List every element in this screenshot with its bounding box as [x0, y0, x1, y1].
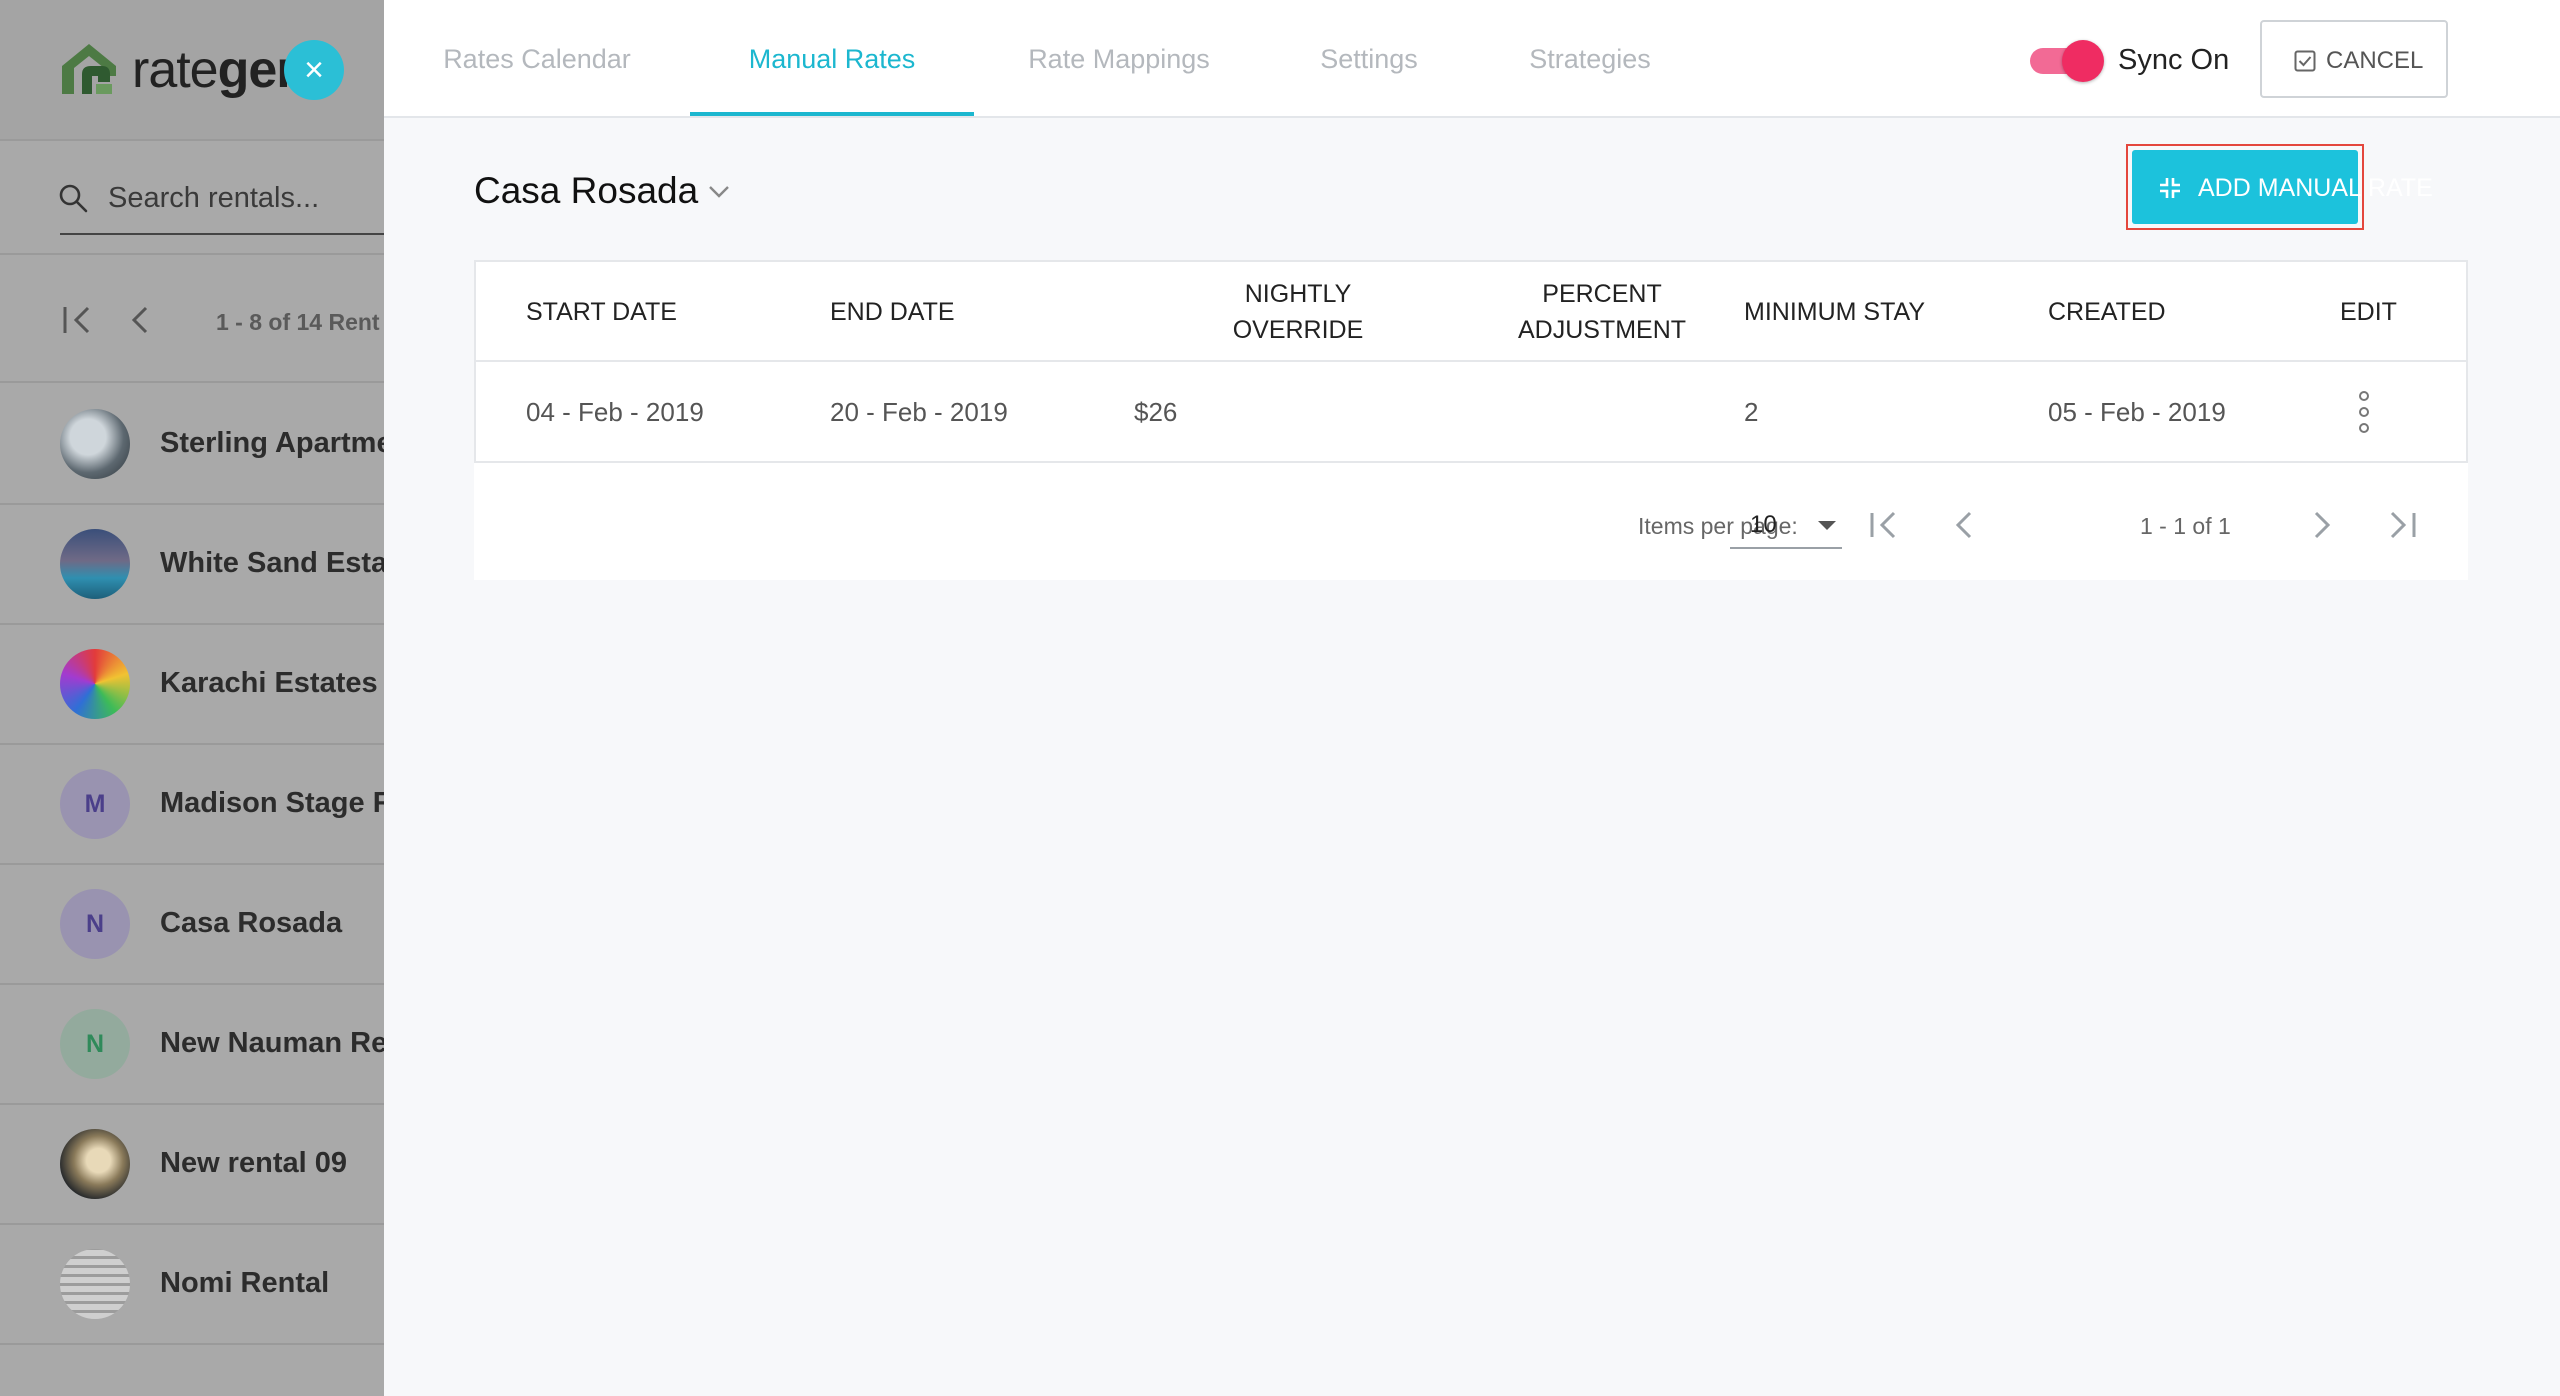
cancel-label: CANCEL — [2326, 47, 2424, 74]
avatar: N — [60, 1009, 130, 1079]
cell-minimum-stay: 2 — [1744, 396, 1759, 427]
sidebar-item-white-sand[interactable]: White Sand Estat — [0, 505, 384, 625]
search-icon — [59, 184, 88, 213]
prev-page-icon — [1955, 511, 1972, 539]
close-icon: × — [304, 51, 324, 89]
sidebar-item-sterling[interactable]: Sterling Apartme — [0, 385, 384, 505]
first-page-icon[interactable] — [62, 305, 96, 335]
chevron-down-icon[interactable] — [706, 182, 732, 202]
add-manual-rate-button[interactable]: ADD MANUAL RATE — [2132, 150, 2433, 224]
manual-rates-panel: Rates Calendar Manual Rates Rate Mapping… — [384, 0, 2560, 1396]
cell-end-date: 20 - Feb - 2019 — [830, 396, 1008, 427]
rental-name: Madison Stage R — [160, 787, 384, 819]
sidebar-item-casa-rosada[interactable]: N Casa Rosada — [0, 865, 384, 985]
rental-name: Sterling Apartme — [160, 427, 384, 459]
col-edit: EDIT — [2340, 298, 2397, 326]
avatar: M — [60, 769, 130, 839]
col-nightly-override: NIGHTLY OVERRIDE — [1232, 280, 1364, 344]
sync-label: Sync On — [2118, 44, 2230, 76]
last-page-button[interactable] — [2382, 505, 2422, 545]
rental-selector[interactable]: Casa Rosada — [474, 170, 698, 212]
sync-toggle[interactable] — [2030, 40, 2106, 84]
col-end-date: END DATE — [830, 298, 955, 326]
col-start-date: START DATE — [526, 298, 677, 326]
avatar — [60, 1129, 130, 1199]
prev-page-button[interactable] — [1944, 505, 1984, 545]
next-page-icon — [2314, 511, 2331, 539]
last-page-icon — [2390, 511, 2416, 539]
sidebar-item-madison[interactable]: M Madison Stage R — [0, 745, 384, 865]
tab-rate-mappings[interactable]: Rate Mappings — [974, 0, 1264, 118]
caret-down-icon — [1818, 521, 1836, 530]
table-header: START DATE END DATE NIGHTLY OVERRIDE PERC… — [476, 262, 2466, 362]
sidebar-page-range: 1 - 8 of 14 Rent — [216, 309, 380, 335]
rental-name: New Nauman Re — [160, 1027, 384, 1059]
prev-page-icon[interactable] — [128, 305, 152, 335]
tab-manual-rates[interactable]: Manual Rates — [690, 0, 974, 118]
sidebar-item-new-rental-09[interactable]: New rental 09 — [0, 1105, 384, 1225]
avatar — [60, 649, 130, 719]
avatar — [60, 1249, 130, 1319]
table-paginator: Items per page: 10 1 - 1 of 1 — [474, 465, 2468, 580]
more-vertical-icon — [2359, 391, 2369, 433]
tab-strategies[interactable]: Strategies — [1474, 0, 1706, 118]
first-page-icon — [1870, 511, 1896, 539]
search-underline — [60, 233, 384, 235]
cell-nightly-override: $26 — [1134, 396, 1178, 427]
avatar: N — [60, 889, 130, 959]
rental-name: Nomi Rental — [160, 1267, 330, 1299]
sidebar-item-nomi-rental[interactable]: Nomi Rental — [0, 1225, 384, 1345]
items-per-page-select[interactable]: 10 — [1730, 499, 1842, 549]
cell-start-date: 04 - Feb - 2019 — [526, 396, 704, 427]
rental-name: Casa Rosada — [160, 907, 343, 939]
avatar — [60, 409, 130, 479]
rental-name: Karachi Estates F — [160, 667, 384, 699]
tab-rates-calendar[interactable]: Rates Calendar — [384, 0, 690, 118]
compress-icon — [2160, 178, 2180, 198]
manual-rates-table-card: START DATE END DATE NIGHTLY OVERRIDE PERC… — [474, 260, 2468, 580]
page-range-label: 1 - 1 of 1 — [2140, 513, 2231, 539]
sidebar-logo-area: rategeni × — [0, 0, 384, 139]
tab-settings[interactable]: Settings — [1264, 0, 1474, 118]
checkbox-check-icon — [2294, 50, 2316, 72]
row-edit-menu-button[interactable] — [2344, 386, 2384, 438]
avatar — [60, 529, 130, 599]
rental-sidebar: rategeni × 1 - 8 of 14 Rent Sterling Apa… — [0, 0, 384, 1396]
top-tab-bar: Rates Calendar Manual Rates Rate Mapping… — [384, 0, 2560, 118]
table-row: 04 - Feb - 2019 20 - Feb - 2019 $26 2 05… — [476, 362, 2466, 462]
sidebar-item-karachi[interactable]: Karachi Estates F — [0, 625, 384, 745]
toggle-knob — [2062, 40, 2104, 82]
rategenie-logo-icon — [62, 44, 116, 94]
cancel-button[interactable]: CANCEL — [2260, 20, 2448, 98]
close-sidebar-button[interactable]: × — [284, 40, 344, 100]
col-minimum-stay: MINIMUM STAY — [1744, 298, 1926, 326]
col-percent-adjustment: PERCENT ADJUSTMENT — [1517, 280, 1687, 344]
add-manual-rate-label: ADD MANUAL RATE — [2198, 174, 2433, 202]
cell-created: 05 - Feb - 2019 — [2048, 396, 2226, 427]
rental-name: White Sand Estat — [160, 547, 384, 579]
sidebar-item-new-nauman[interactable]: N New Nauman Re — [0, 985, 384, 1105]
sidebar-search — [0, 139, 384, 255]
items-per-page-value: 10 — [1750, 511, 1777, 538]
next-page-button[interactable] — [2302, 505, 2342, 545]
search-rentals-input[interactable] — [108, 175, 384, 221]
rental-name: New rental 09 — [160, 1147, 347, 1179]
col-created: CREATED — [2048, 298, 2166, 326]
manual-rates-table: START DATE END DATE NIGHTLY OVERRIDE PERC… — [474, 260, 2468, 463]
first-page-button[interactable] — [1864, 505, 1904, 545]
active-tab-indicator — [690, 112, 974, 116]
sidebar-pager: 1 - 8 of 14 Rent — [0, 257, 384, 383]
